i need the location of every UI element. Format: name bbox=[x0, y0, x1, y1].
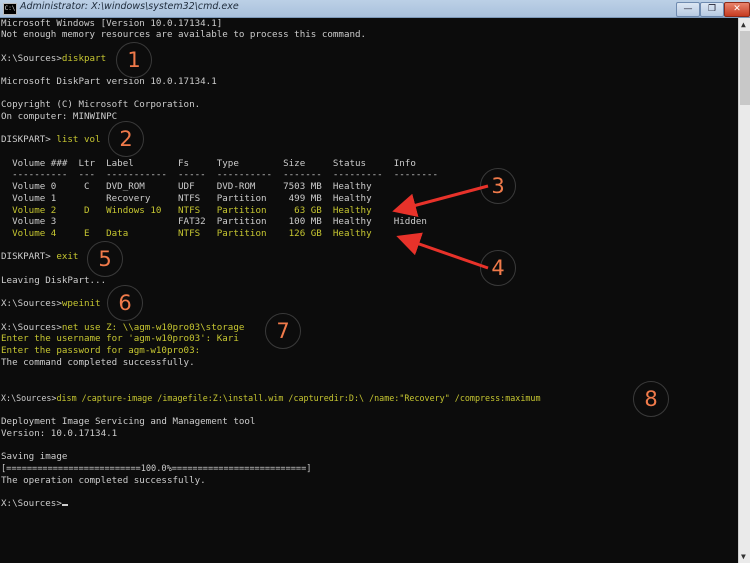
annotation-badge-7: 7 bbox=[265, 313, 301, 349]
line-text: [==========================100.0%=======… bbox=[1, 464, 312, 474]
line-text: Microsoft Windows [Version 10.0.17134.1] bbox=[1, 18, 223, 29]
window-title: Administrator: X:\windows\system32\cmd.e… bbox=[20, 1, 239, 12]
console-line: Version: 10.0.17134.1 bbox=[1, 428, 117, 440]
command: dism /capture-image /imagefile:Z:\instal… bbox=[56, 393, 541, 403]
line-text: Copyright (C) Microsoft Corporation. bbox=[1, 99, 201, 110]
annotation-badge-6: 6 bbox=[107, 285, 143, 321]
prompt: X:\Sources> bbox=[1, 393, 57, 403]
volume-row: Volume 3 FAT32 Partition 100 MB Healthy … bbox=[1, 216, 427, 228]
volume-row: Volume 1 Recovery NTFS Partition 499 MB … bbox=[1, 193, 372, 205]
prompt: DISKPART> bbox=[1, 251, 57, 262]
line-text: Leaving DiskPart... bbox=[1, 275, 107, 286]
vertical-scrollbar[interactable]: ▲ ▼ bbox=[738, 18, 750, 563]
annotation-badge-1: 1 bbox=[116, 42, 152, 78]
console-input-line[interactable]: X:\Sources> bbox=[1, 498, 68, 510]
close-button[interactable]: ✕ bbox=[724, 2, 750, 17]
console-line: Enter the username for 'agm-w10pro03': K… bbox=[1, 333, 239, 345]
scroll-down-icon[interactable]: ▼ bbox=[741, 552, 746, 561]
prompt: X:\Sources> bbox=[1, 53, 62, 64]
console-line: The operation completed successfully. bbox=[1, 475, 206, 487]
cmd-app-icon: C:\ bbox=[3, 3, 17, 15]
volume-row-highlighted: Volume 4 E Data NTFS Partition 126 GB He… bbox=[1, 228, 372, 240]
text-cursor bbox=[61, 504, 68, 506]
console-line: Not enough memory resources are availabl… bbox=[1, 29, 366, 41]
console-line: X:\Sources>diskpart bbox=[1, 53, 106, 65]
line-text: The command completed successfully. bbox=[1, 357, 195, 368]
annotation-badge-5: 5 bbox=[87, 241, 123, 277]
prompt: DISKPART> bbox=[1, 134, 57, 145]
console-line: X:\Sources>wpeinit bbox=[1, 298, 101, 310]
console-line: Saving image bbox=[1, 451, 67, 463]
console-line: Deployment Image Servicing and Managemen… bbox=[1, 416, 255, 428]
line-text: Volume 2 D Windows 10 NTFS Partition 63 … bbox=[1, 205, 372, 216]
command: wpeinit bbox=[61, 298, 101, 309]
title-bar: C:\ Administrator: X:\windows\system32\c… bbox=[0, 0, 750, 18]
annotation-badge-8: 8 bbox=[633, 381, 669, 417]
prompt: X:\Sources> bbox=[1, 298, 62, 309]
volume-table-divider: ---------- --- ----------- ----- -------… bbox=[1, 169, 438, 181]
prompt: X:\Sources> bbox=[1, 498, 62, 509]
line-text: Version: 10.0.17134.1 bbox=[1, 428, 118, 439]
line-text: Deployment Image Servicing and Managemen… bbox=[1, 416, 256, 427]
annotation-badge-4: 4 bbox=[480, 250, 516, 286]
command: diskpart bbox=[61, 53, 107, 64]
console-line: Microsoft DiskPart version 10.0.17134.1 bbox=[1, 76, 217, 88]
console-line: Leaving DiskPart... bbox=[1, 275, 106, 287]
console-line: Enter the password for agm-w10pro03: bbox=[1, 345, 200, 357]
volume-row: Volume 0 C DVD_ROM UDF DVD-ROM 7503 MB H… bbox=[1, 181, 372, 193]
line-text: Enter the password for agm-w10pro03: bbox=[1, 345, 201, 356]
line-text: Volume 1 Recovery NTFS Partition 499 MB … bbox=[1, 193, 372, 204]
line-text: Volume 4 E Data NTFS Partition 126 GB He… bbox=[1, 228, 372, 239]
annotation-badge-3: 3 bbox=[480, 168, 516, 204]
console-line: On computer: MINWINPC bbox=[1, 111, 117, 123]
annotation-badge-2: 2 bbox=[108, 121, 144, 157]
console-line: DISKPART> list vol bbox=[1, 134, 101, 146]
prompt: X:\Sources> bbox=[1, 322, 62, 333]
line-text: Not enough memory resources are availabl… bbox=[1, 29, 367, 40]
line-text: Enter the username for 'agm-w10pro03': K… bbox=[1, 333, 239, 344]
line-text: Saving image bbox=[1, 451, 68, 462]
line-text: Volume ### Ltr Label Fs Type Size Status… bbox=[1, 158, 416, 169]
console-line: Copyright (C) Microsoft Corporation. bbox=[1, 99, 200, 111]
line-text: Volume 0 C DVD_ROM UDF DVD-ROM 7503 MB H… bbox=[1, 181, 372, 192]
command: net use Z: \\agm-w10pro03\storage bbox=[61, 322, 245, 333]
console-line: X:\Sources>dism /capture-image /imagefil… bbox=[1, 392, 541, 404]
command: exit bbox=[56, 251, 79, 262]
scrollbar-thumb[interactable] bbox=[740, 31, 750, 105]
console-line: DISKPART> exit bbox=[1, 251, 78, 263]
line-text: On computer: MINWINPC bbox=[1, 111, 118, 122]
line-text: Microsoft DiskPart version 10.0.17134.1 bbox=[1, 76, 217, 87]
restore-button[interactable]: ❐ bbox=[700, 2, 724, 17]
command: list vol bbox=[56, 134, 101, 145]
line-text: Volume 3 FAT32 Partition 100 MB Healthy … bbox=[1, 216, 427, 227]
line-text: ---------- --- ----------- ----- -------… bbox=[1, 169, 438, 180]
minimize-button[interactable]: — bbox=[676, 2, 700, 17]
line-text: The operation completed successfully. bbox=[1, 475, 206, 486]
scroll-up-icon[interactable]: ▲ bbox=[741, 20, 746, 29]
console-line: The command completed successfully. bbox=[1, 357, 195, 369]
progress-bar-text: [==========================100.0%=======… bbox=[1, 463, 311, 475]
